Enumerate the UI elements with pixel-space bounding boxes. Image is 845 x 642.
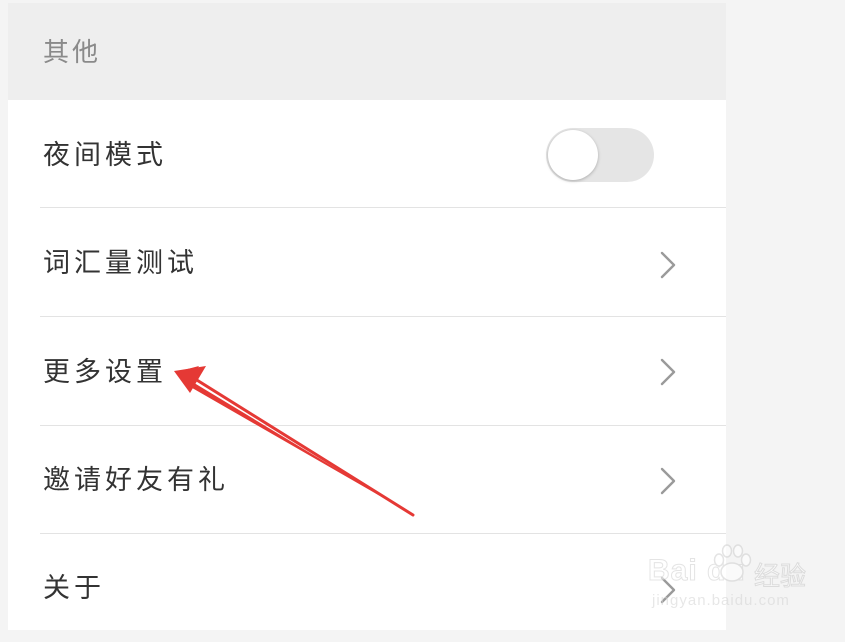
row-label: 关于: [43, 573, 105, 604]
watermark-url: jingyan.baidu.com: [652, 592, 790, 609]
chevron-right-icon: [660, 251, 676, 279]
toggle-knob: [548, 130, 598, 180]
chevron-right-icon: [660, 467, 676, 495]
paw-icon: [713, 544, 752, 582]
watermark: Bai du 经验 jingyan.baidu.com: [646, 540, 836, 620]
section-header: 其他: [8, 3, 726, 100]
settings-row-vocab-test[interactable]: 词汇量测试: [8, 209, 726, 317]
row-label: 词汇量测试: [43, 248, 198, 279]
row-label: 夜间模式: [43, 140, 167, 171]
chevron-right-icon: [660, 358, 676, 386]
settings-row-more-settings[interactable]: 更多设置: [8, 318, 726, 426]
row-label: 更多设置: [43, 357, 167, 388]
night-mode-toggle[interactable]: [546, 128, 654, 182]
settings-row-invite-friends[interactable]: 邀请好友有礼: [8, 426, 726, 534]
divider: [40, 207, 726, 208]
row-label: 邀请好友有礼: [43, 465, 229, 496]
watermark-text: 经验: [753, 562, 807, 593]
settings-row-about[interactable]: 关于: [8, 534, 726, 642]
section-title: 其他: [43, 38, 102, 68]
settings-panel: 其他 夜间模式 词汇量测试 更多设置 邀请好友有礼 关于: [8, 3, 726, 630]
divider: [40, 316, 726, 317]
